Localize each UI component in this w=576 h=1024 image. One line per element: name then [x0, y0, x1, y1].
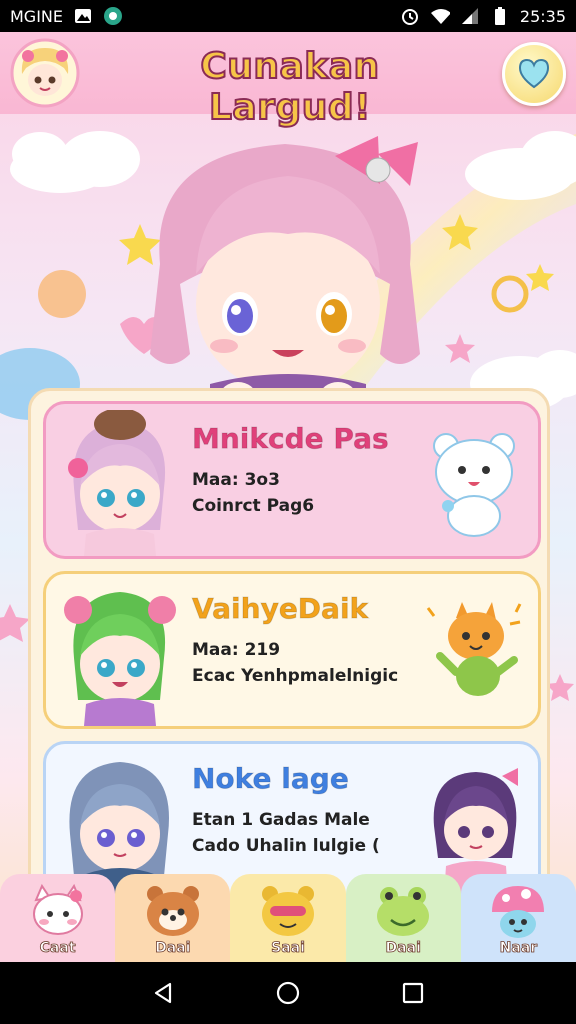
signal-icon — [460, 6, 480, 26]
card-detail-1: Maa: 219 — [192, 640, 281, 660]
card-title: Mnikcde Pas — [192, 422, 390, 456]
character-avatar — [56, 408, 182, 556]
tab-daai-2[interactable]: Daai — [345, 874, 461, 962]
card-detail-1: Maa: 3o3 — [192, 470, 280, 490]
home-button[interactable] — [268, 973, 308, 1013]
photo-notification-icon — [73, 6, 93, 26]
green-frog-icon — [377, 887, 430, 936]
character-avatar — [56, 580, 182, 726]
hero-character — [0, 114, 576, 414]
tab-label: Daai — [385, 940, 421, 957]
app-notification-icon — [103, 6, 123, 26]
card-detail-1: Etan 1 Gadas Male — [192, 810, 370, 830]
card-detail-2: Ecac Yenhpmalelnigic — [192, 666, 399, 686]
tab-label: Caat — [39, 940, 76, 957]
tab-daai[interactable]: Daai — [115, 874, 231, 962]
app-header: Cunakan Largud! — [0, 32, 576, 129]
purple-hair-character-icon — [426, 766, 522, 896]
tab-label: Saai — [271, 940, 306, 957]
tab-naar[interactable]: Naar — [460, 874, 576, 962]
back-triangle-icon — [154, 982, 171, 1004]
character-list-panel: Mnikcde Pas Maa: 3o3 Coinrct Pag6 Vaihye… — [28, 388, 550, 928]
profile-avatar[interactable] — [10, 38, 80, 108]
orange-fox-pet-icon — [426, 596, 522, 708]
character-card[interactable]: Mnikcde Pas Maa: 3o3 Coinrct Pag6 — [43, 401, 541, 559]
tab-label: Naar — [499, 940, 538, 957]
tab-caat[interactable]: Caat — [0, 874, 116, 962]
home-circle-icon — [276, 981, 300, 1005]
card-detail-2: Coinrct Pag6 — [192, 496, 315, 516]
system-nav-bar — [0, 962, 576, 1024]
battery-icon — [490, 6, 510, 26]
mushroom-icon — [492, 886, 545, 938]
status-bar: MGINE 25:35 — [0, 0, 576, 32]
recents-button[interactable] — [393, 973, 433, 1013]
card-title: Noke lage — [192, 762, 350, 796]
character-card[interactable]: VaihyeDaik Maa: 219 Ecac Yenhpmalelnigic — [43, 571, 541, 729]
clock: 25:35 — [519, 6, 566, 26]
tab-saai[interactable]: Saai — [230, 874, 346, 962]
app-screen: Cunakan Largud! Mnikcde Pas Maa: 3o3 Coi… — [0, 32, 576, 962]
card-detail-2: Cado Uhalin lulgie ( — [192, 836, 380, 856]
white-kitty-icon — [32, 883, 83, 935]
yellow-bear-icon — [262, 886, 314, 936]
back-button[interactable] — [143, 973, 183, 1013]
recents-square-icon — [403, 982, 424, 1004]
bottom-tab-bar: Caat Daai Saai Daai Naar — [0, 874, 576, 962]
white-bear-pet-icon — [426, 426, 522, 538]
tab-label: Daai — [155, 940, 191, 957]
wifi-icon — [430, 6, 450, 26]
heart-icon — [518, 58, 550, 89]
favorite-button[interactable] — [502, 42, 566, 106]
carrier-label: MGINE — [10, 6, 63, 26]
alarm-icon — [400, 6, 420, 26]
brown-bear-icon — [146, 886, 199, 936]
card-title: VaihyeDaik — [191, 592, 369, 626]
